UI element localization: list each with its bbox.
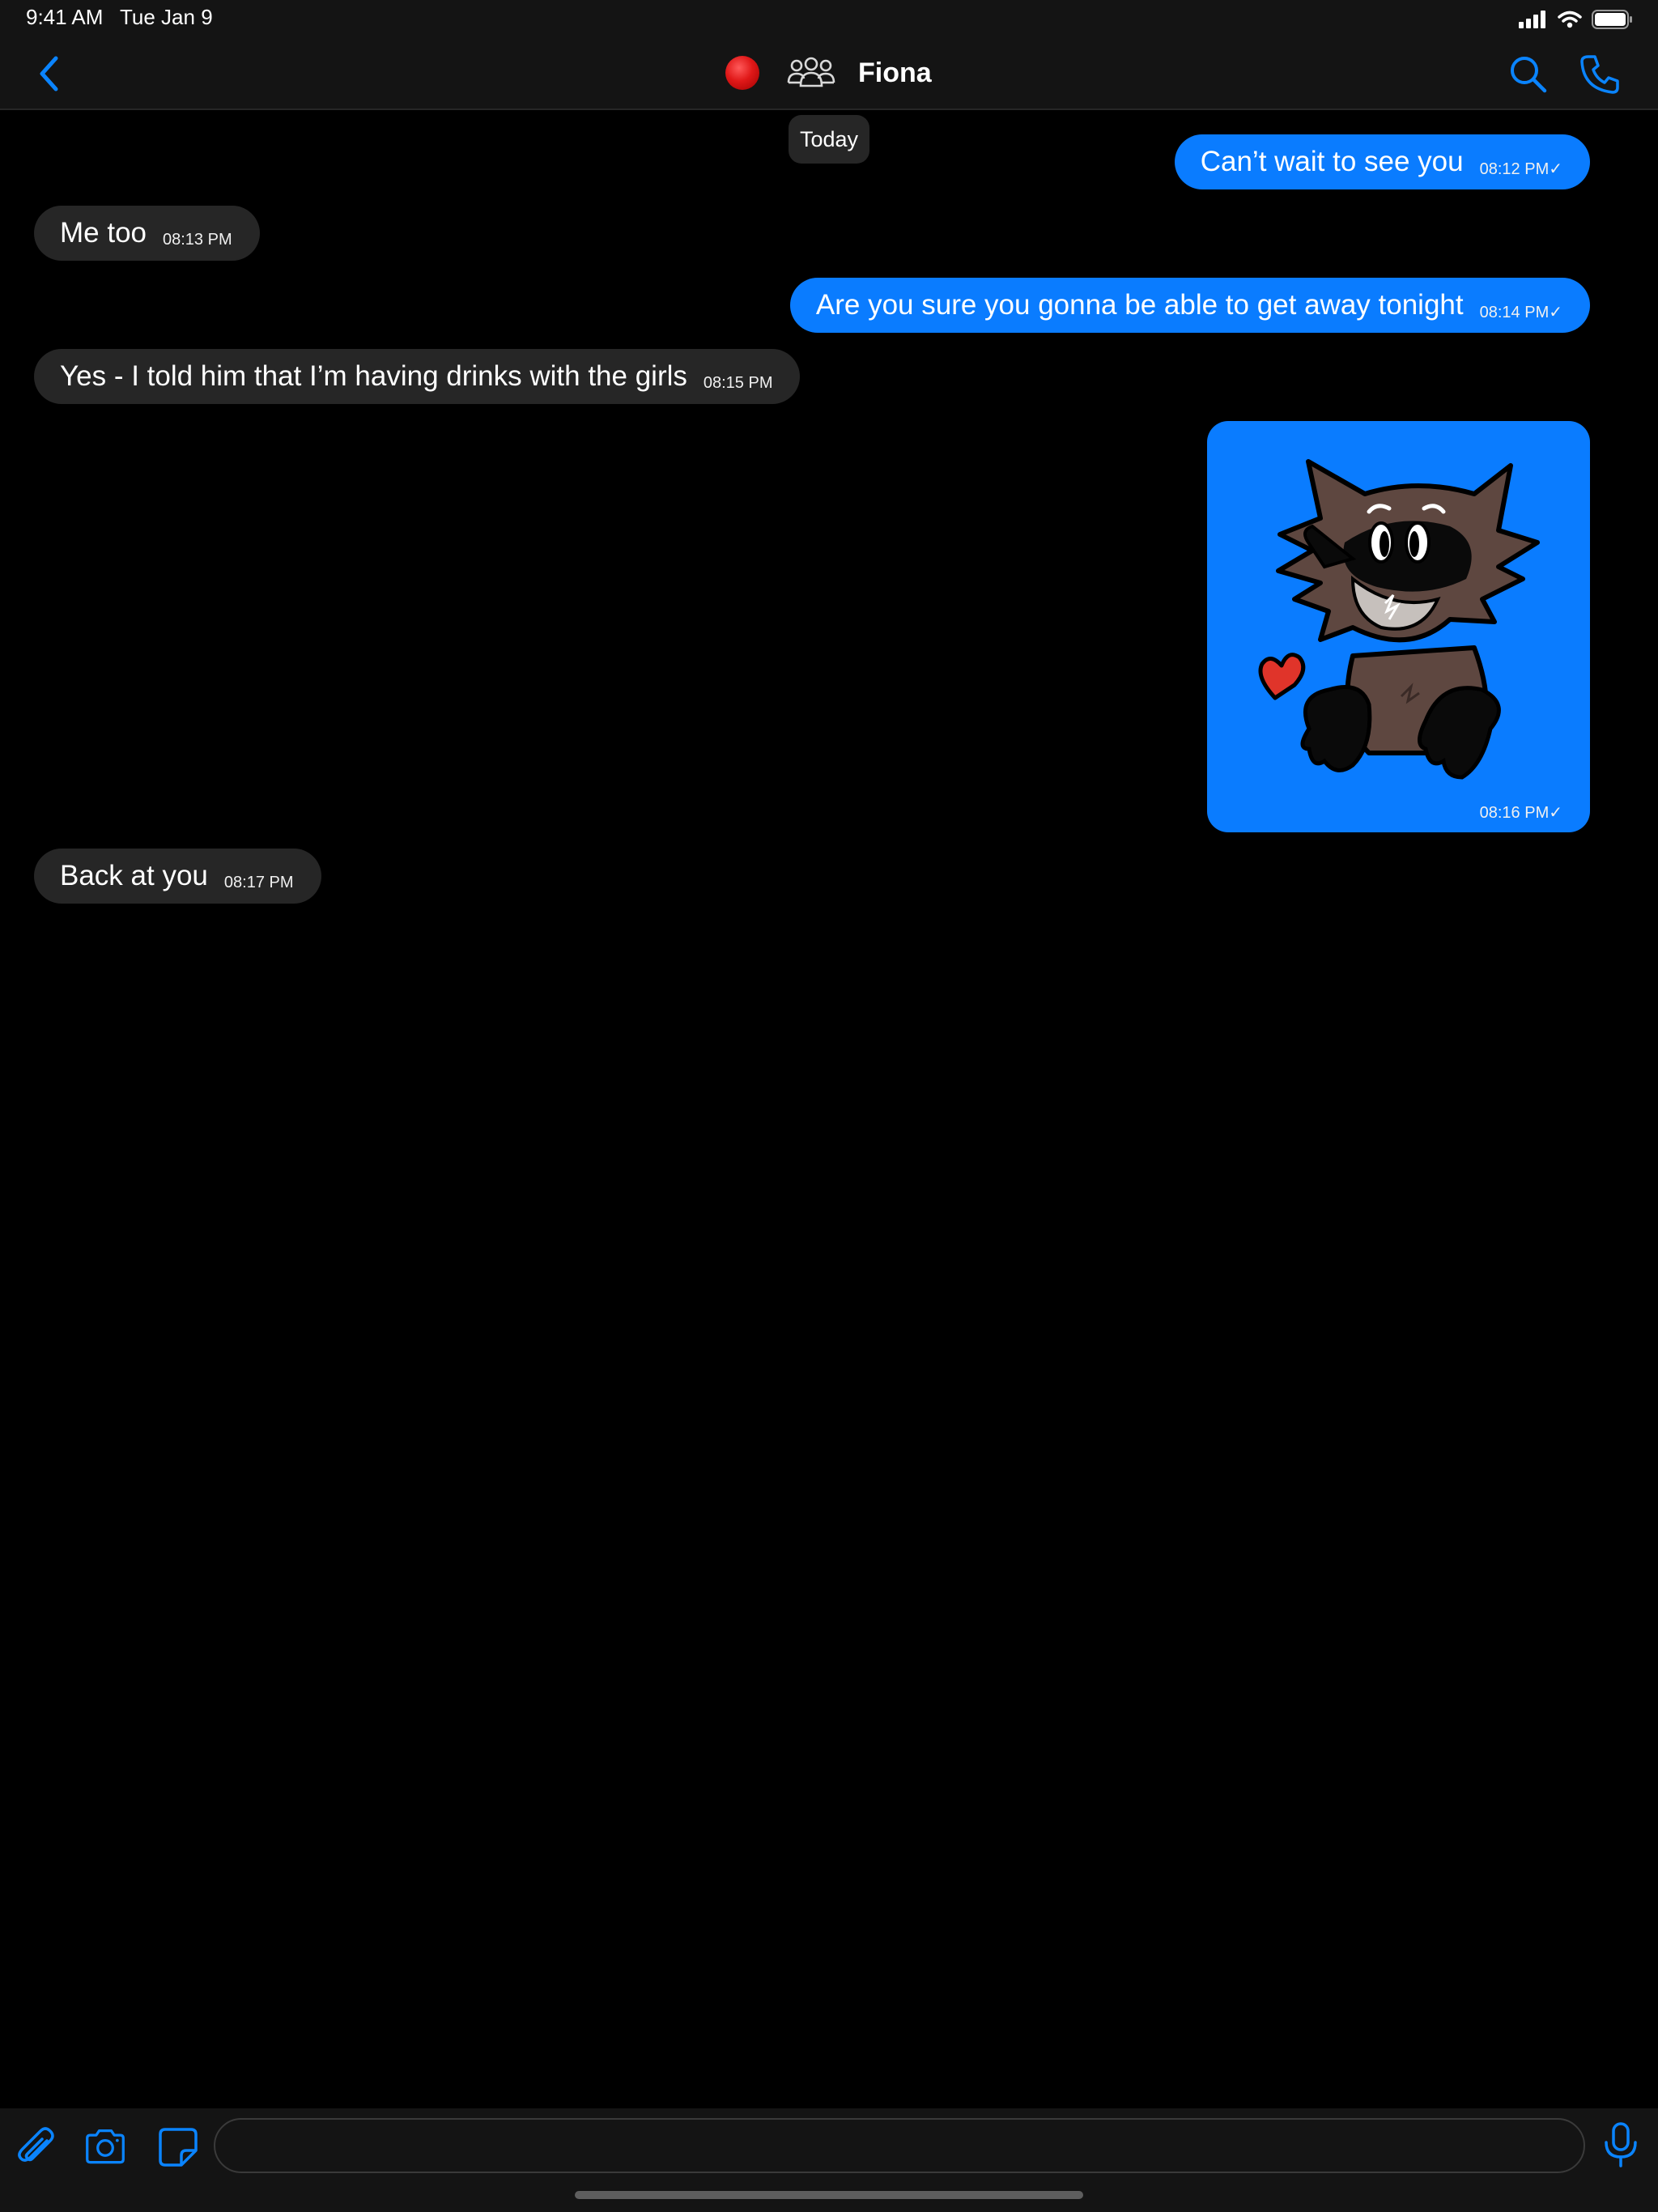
wifi-icon	[1558, 11, 1582, 28]
nav-bar: Fiona	[0, 37, 1658, 110]
conversation-header[interactable]: Fiona	[725, 50, 932, 96]
paperclip-icon[interactable]	[16, 2126, 58, 2168]
status-date: Tue Jan 9	[120, 5, 213, 29]
chevron-left-icon	[40, 56, 58, 91]
phone-icon[interactable]	[1579, 53, 1621, 96]
sticker-message[interactable]: 08:16 PM✓	[1207, 421, 1590, 832]
message-time: 08:16 PM✓	[1479, 804, 1562, 822]
message-time: 08:17 PM	[223, 873, 294, 891]
message-time: 08:12 PM✓	[1479, 160, 1562, 178]
contact-name: Fiona	[858, 57, 932, 88]
group-people-icon	[787, 57, 835, 87]
message-time: 08:13 PM	[163, 230, 232, 249]
message-time: 08:15 PM	[703, 373, 773, 392]
message-text: Yes - I told him that I’m having drinks …	[60, 360, 687, 392]
message-text: Can’t wait to see you	[1200, 146, 1464, 177]
message-bubble-outgoing[interactable]: Are you sure you gonna be able to get aw…	[789, 278, 1590, 333]
home-indicator	[575, 2191, 1083, 2199]
battery-icon	[1592, 10, 1632, 29]
search-icon[interactable]	[1507, 53, 1550, 96]
camera-icon[interactable]	[84, 2126, 126, 2168]
raccoon-heart-sticker	[1258, 459, 1540, 780]
cellular-icon	[1519, 11, 1545, 28]
message-input[interactable]	[214, 2118, 1585, 2173]
status-time: 9:41 AM	[26, 5, 104, 29]
message-bubble-incoming[interactable]: Back at you 08:17 PM	[34, 849, 321, 904]
status-bar: 9:41 AM Tue Jan 9	[0, 0, 1658, 37]
date-chip: Today	[789, 115, 869, 164]
message-bubble-incoming[interactable]: Yes - I told him that I’m having drinks …	[34, 349, 801, 404]
back-button[interactable]	[29, 52, 68, 96]
message-bubble-outgoing[interactable]: Can’t wait to see you 08:12 PM✓	[1174, 134, 1590, 189]
status-icons	[1519, 6, 1634, 32]
message-bubble-incoming[interactable]: Me too 08:13 PM	[34, 206, 260, 261]
message-text: Are you sure you gonna be able to get aw…	[815, 289, 1464, 321]
message-time: 08:14 PM✓	[1479, 303, 1562, 321]
status-dot-icon	[725, 56, 759, 90]
message-text: Back at you	[60, 860, 208, 891]
sticker-icon[interactable]	[157, 2126, 199, 2168]
message-text: Me too	[60, 217, 147, 249]
microphone-icon[interactable]	[1601, 2121, 1640, 2168]
